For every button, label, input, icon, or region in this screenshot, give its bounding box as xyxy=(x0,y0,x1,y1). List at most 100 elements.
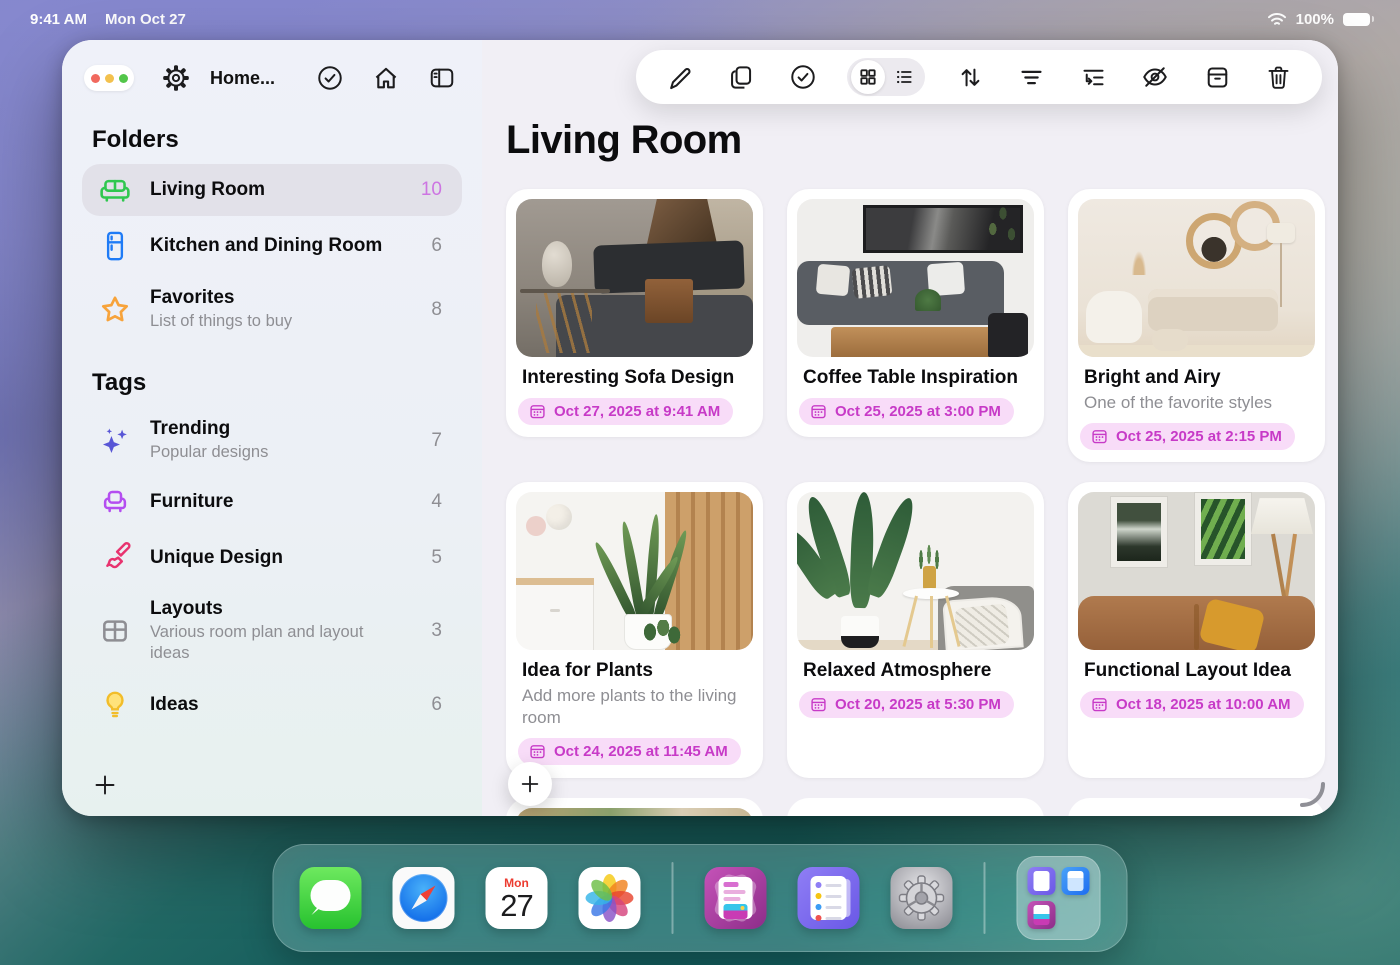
filter-button[interactable] xyxy=(1015,60,1049,94)
edit-button[interactable] xyxy=(662,60,696,94)
gear-icon xyxy=(898,874,946,922)
delete-button[interactable] xyxy=(1262,60,1296,94)
card-date: Oct 18, 2025 at 10:00 AM xyxy=(1116,696,1291,713)
card-date: Oct 25, 2025 at 2:15 PM xyxy=(1116,428,1282,445)
card-date: Oct 24, 2025 at 11:45 AM xyxy=(554,743,728,760)
calendar-icon xyxy=(1091,696,1108,713)
document-icon xyxy=(719,877,753,919)
checklist-icon xyxy=(811,876,847,920)
check-circle-icon xyxy=(316,64,344,92)
card-title: Coffee Table Inspiration xyxy=(803,367,1028,389)
card-image xyxy=(516,199,753,357)
note-card[interactable]: Interesting Sofa Design Oct 27, 2025 at … xyxy=(506,189,763,437)
main-content: Living Room Interesting Sofa Design xyxy=(482,40,1338,816)
sofa-icon xyxy=(98,175,132,205)
note-card[interactable]: Coffee Table Inspiration Oct 25, 2025 at… xyxy=(787,189,1044,437)
select-button[interactable] xyxy=(786,60,820,94)
dock-app-safari[interactable] xyxy=(393,867,455,929)
zoom-window-button[interactable] xyxy=(119,74,128,83)
sidebar-item-label: Kitchen and Dining Room xyxy=(150,235,415,257)
sort-button[interactable] xyxy=(953,60,987,94)
sidebar-add-button[interactable] xyxy=(88,768,122,802)
armchair-icon xyxy=(99,487,131,517)
dock-app-calendar[interactable]: Mon 27 xyxy=(486,867,548,929)
sidebar-list: Folders Living Room 10 Kitchen and Dinin… xyxy=(62,94,482,733)
edit-pencil-icon xyxy=(666,64,693,91)
archive-button[interactable] xyxy=(1200,60,1234,94)
note-card[interactable]: Relaxed Atmosphere Oct 20, 2025 at 5:30 … xyxy=(787,482,1044,778)
duplicate-button[interactable] xyxy=(724,60,758,94)
purple-list-mini-icon xyxy=(1028,867,1056,895)
sidebar-item-count: 6 xyxy=(431,235,446,257)
sidebar-section: Tags Trending Popular designs 7 Furnitur… xyxy=(82,369,462,733)
sidebar-item-subtitle: Popular designs xyxy=(150,442,386,463)
dock-app-folder[interactable] xyxy=(1017,856,1101,940)
view-list-button[interactable] xyxy=(887,60,921,94)
sidebar-toggle-icon xyxy=(428,64,456,92)
custom-sort-button[interactable] xyxy=(1077,60,1111,94)
clock: 9:41 AM xyxy=(30,11,87,28)
grid-layout-icon xyxy=(99,616,131,646)
note-card[interactable]: Functional Layout Idea Oct 18, 2025 at 1… xyxy=(1068,482,1325,778)
view-segmented-control[interactable] xyxy=(847,58,925,96)
close-window-button[interactable] xyxy=(91,74,100,83)
dock-app-magenta-docs[interactable] xyxy=(705,867,767,929)
sparkles-icon xyxy=(98,424,132,458)
select-tasks-button[interactable] xyxy=(314,62,346,94)
dock-app-settings[interactable] xyxy=(891,867,953,929)
battery-percent: 100% xyxy=(1296,11,1334,28)
hide-button[interactable] xyxy=(1138,60,1172,94)
dock-app-photos[interactable] xyxy=(579,867,641,929)
magenta-doc-mini-icon xyxy=(1028,901,1056,929)
card-partial[interactable] xyxy=(506,798,763,816)
dock: Mon 27 xyxy=(273,844,1128,952)
star-icon xyxy=(98,293,132,327)
sidebar-item-favorites[interactable]: Favorites List of things to buy 8 xyxy=(82,276,462,343)
view-grid-button[interactable] xyxy=(851,60,885,94)
wifi-icon xyxy=(1267,12,1287,27)
dock-app-messages[interactable] xyxy=(300,867,362,929)
card-image xyxy=(516,808,753,816)
sidebar-item-unique-design[interactable]: Unique Design 5 xyxy=(82,530,462,585)
sidebar-item-count: 5 xyxy=(431,547,446,569)
chat-bubble-icon xyxy=(311,880,351,911)
traffic-lights[interactable] xyxy=(84,65,134,91)
sidebar-item-ideas[interactable]: Ideas 6 xyxy=(82,677,462,733)
add-note-button[interactable] xyxy=(508,762,552,806)
desktop: { "status_bar": { "time": "9:41 AM", "da… xyxy=(0,0,1400,965)
sidebar-section: Folders Living Room 10 Kitchen and Dinin… xyxy=(82,126,462,343)
sidebar-item-subtitle: Various room plan and layout ideas xyxy=(150,622,386,664)
card-partial[interactable] xyxy=(787,798,1044,816)
select-circle-icon xyxy=(789,63,817,91)
card-date-badge: Oct 27, 2025 at 9:41 AM xyxy=(518,398,733,425)
plus-icon xyxy=(519,773,541,795)
sidebar-item-layouts[interactable]: Layouts Various room plan and layout ide… xyxy=(82,587,462,675)
note-card[interactable]: Bright and Airy One of the favorite styl… xyxy=(1068,189,1325,462)
toolbar xyxy=(636,50,1322,104)
sidebar-item-kitchen-and-dining-room[interactable]: Kitchen and Dining Room 6 xyxy=(82,218,462,274)
settings-gear-button[interactable] xyxy=(160,62,192,94)
sidebar-item-count: 3 xyxy=(431,620,446,642)
filter-lines-icon xyxy=(1018,64,1045,91)
sort-arrows-icon xyxy=(957,64,984,91)
dock-app-purple-list[interactable] xyxy=(798,867,860,929)
window-resize-handle[interactable] xyxy=(1298,780,1326,808)
sidebar-header: Home... xyxy=(62,40,482,94)
note-card[interactable]: Idea for Plants Add more plants to the l… xyxy=(506,482,763,778)
card-date: Oct 25, 2025 at 3:00 PM xyxy=(835,403,1001,420)
minimize-window-button[interactable] xyxy=(105,74,114,83)
plus-icon xyxy=(93,773,117,797)
toggle-sidebar-button[interactable] xyxy=(426,62,458,94)
dock-separator xyxy=(672,862,674,934)
card-partial[interactable] xyxy=(1068,798,1325,816)
card-subtitle: Add more plants to the living room xyxy=(522,685,747,729)
sidebar-item-label: Favorites xyxy=(150,287,415,309)
battery-icon xyxy=(1343,13,1370,26)
sidebar-item-count: 7 xyxy=(431,430,446,452)
sidebar-item-trending[interactable]: Trending Popular designs 7 xyxy=(82,407,462,474)
sidebar-item-living-room[interactable]: Living Room 10 xyxy=(82,164,462,216)
sidebar-item-furniture[interactable]: Furniture 4 xyxy=(82,476,462,528)
sidebar-item-label: Layouts xyxy=(150,598,415,620)
home-button[interactable] xyxy=(370,62,402,94)
date: Mon Oct 27 xyxy=(105,11,186,28)
